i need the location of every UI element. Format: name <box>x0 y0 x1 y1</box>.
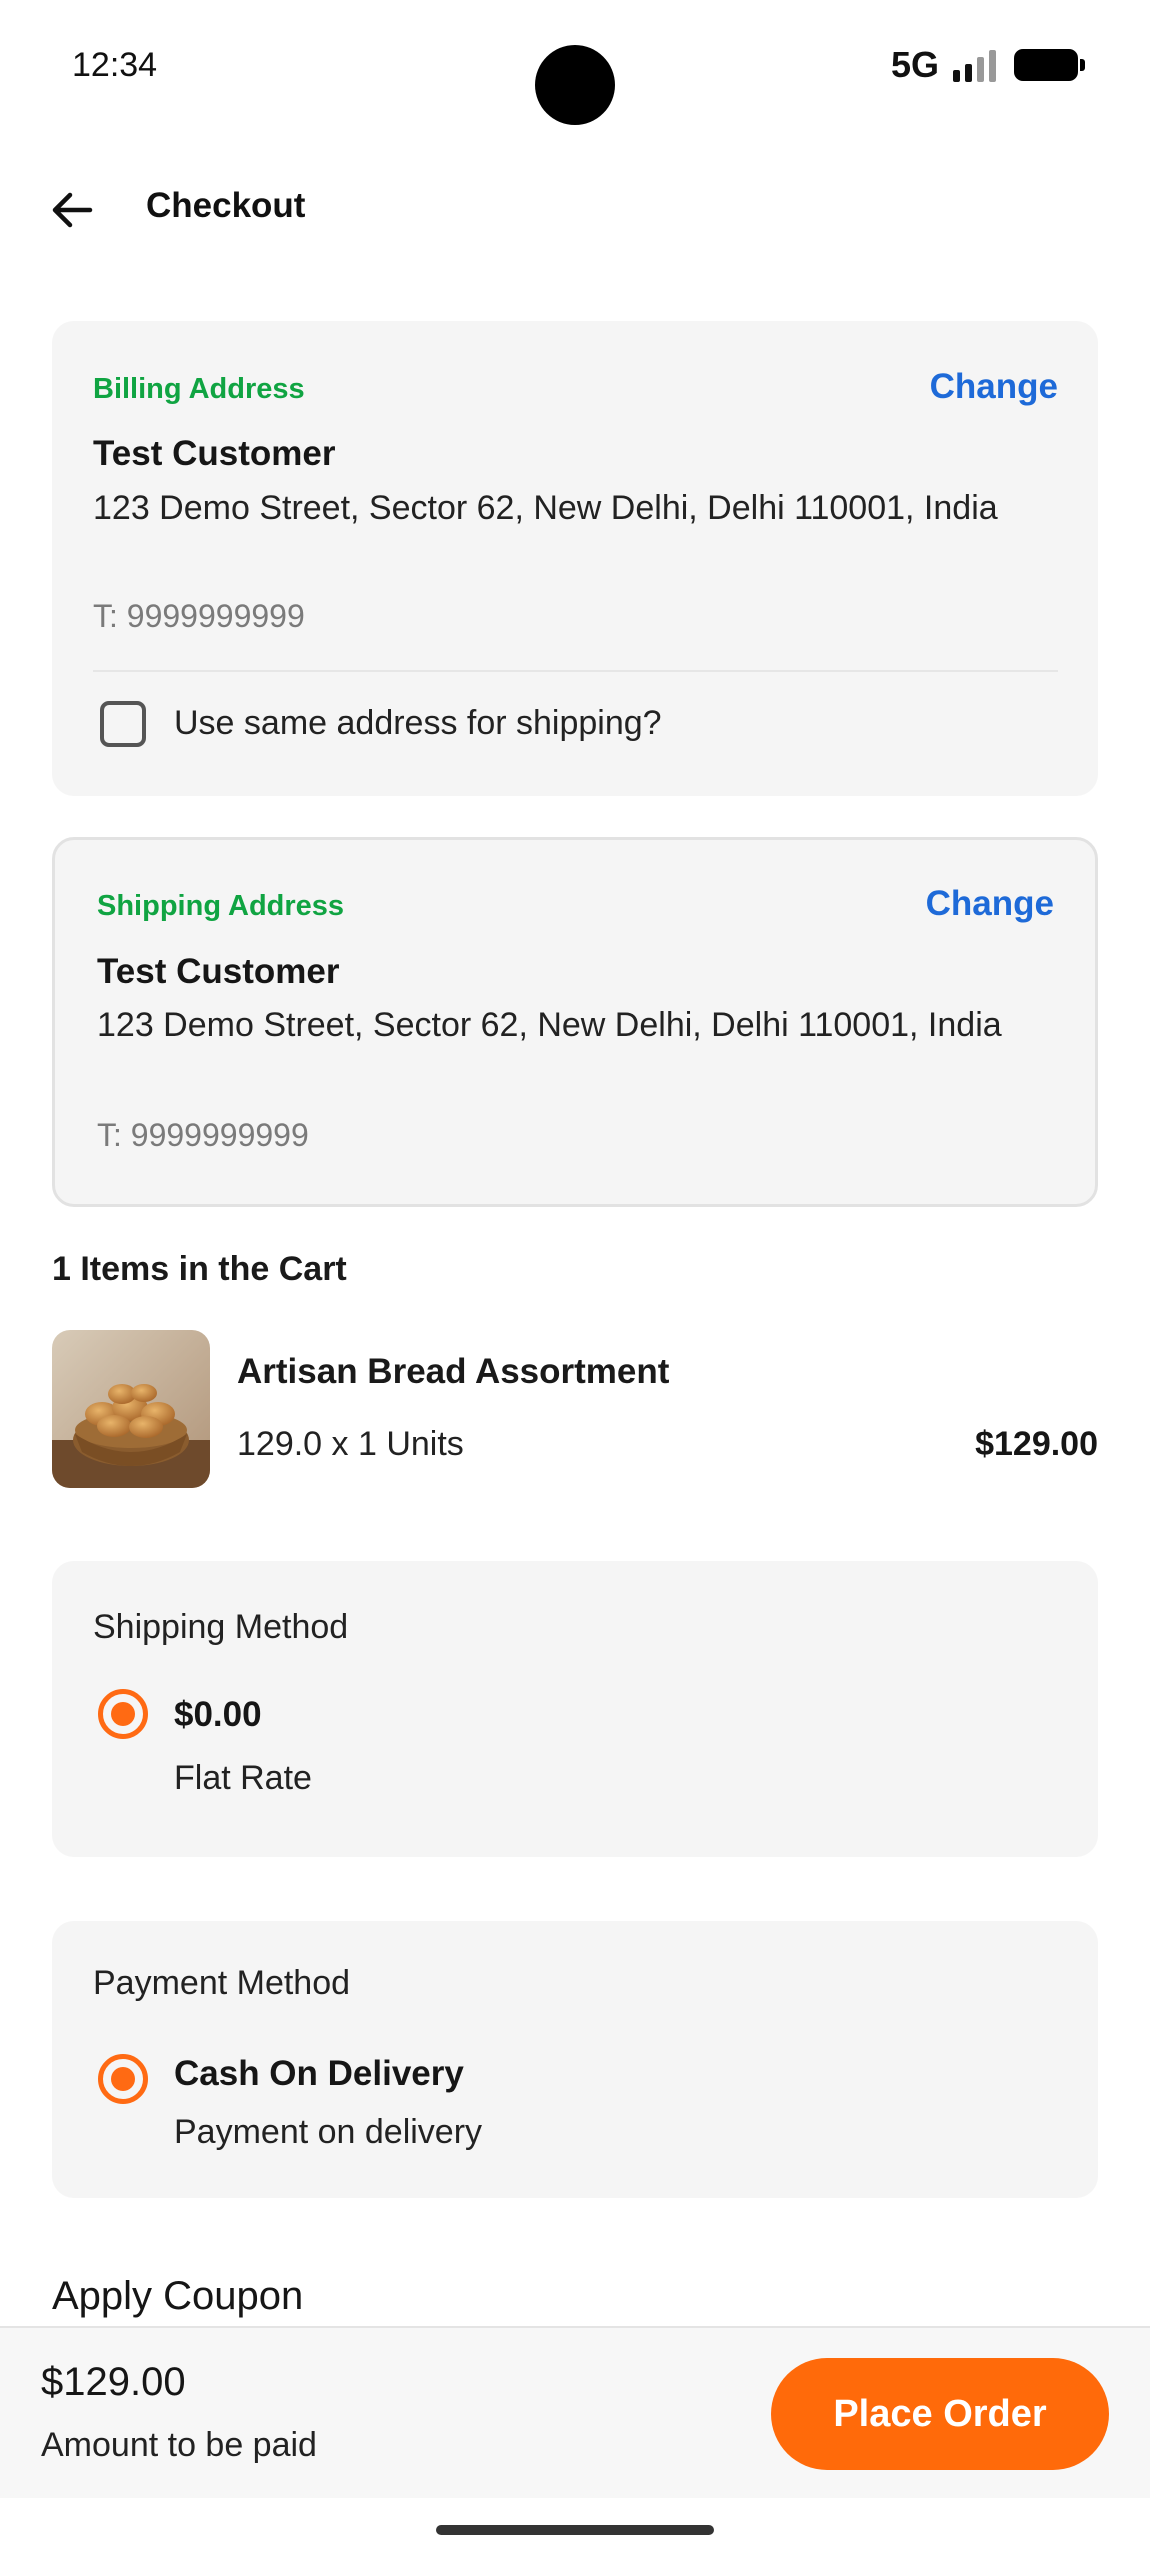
radio-selected-dot <box>111 2067 135 2091</box>
app-bar: Checkout <box>0 160 1150 256</box>
home-indicator[interactable] <box>436 2525 714 2535</box>
shipping-option-name: Flat Rate <box>174 1759 312 1797</box>
place-order-button[interactable]: Place Order <box>771 2358 1109 2470</box>
shipping-address-label: Shipping Address <box>97 890 345 922</box>
battery-icon <box>1014 49 1085 81</box>
shipping-phone: T: 9999999999 <box>97 1117 309 1153</box>
payment-option-name[interactable]: Cash On Delivery <box>174 2054 464 2094</box>
shipping-address-card: Shipping Address Change Test Customer 12… <box>52 837 1098 1207</box>
status-time: 12:34 <box>72 46 158 84</box>
billing-address-label: Billing Address <box>93 373 305 405</box>
signal-icon <box>953 48 996 82</box>
arrow-left-icon <box>52 192 93 228</box>
total-label: Amount to be paid <box>41 2426 317 2464</box>
camera-cutout <box>535 45 615 125</box>
radio-selected-dot <box>111 1702 135 1726</box>
payment-option-description: Payment on delivery <box>174 2113 483 2151</box>
billing-change-button[interactable]: Change <box>930 367 1058 407</box>
same-address-checkbox[interactable] <box>100 701 146 747</box>
flat-rate-radio[interactable] <box>98 1689 148 1739</box>
product-name[interactable]: Artisan Bread Assortment <box>237 1352 669 1392</box>
shipping-method-card: Shipping Method $0.00 Flat Rate <box>52 1561 1098 1857</box>
billing-customer-name: Test Customer <box>93 434 336 473</box>
cart-heading: 1 Items in the Cart <box>52 1250 347 1288</box>
shipping-change-button[interactable]: Change <box>926 884 1054 924</box>
shipping-option-price[interactable]: $0.00 <box>174 1695 262 1735</box>
billing-address-card: Billing Address Change Test Customer 123… <box>52 321 1098 796</box>
order-summary-bar: $129.00 Amount to be paid Place Order <box>0 2326 1150 2498</box>
shipping-method-title: Shipping Method <box>93 1608 349 1646</box>
product-image[interactable] <box>52 1330 210 1488</box>
cash-on-delivery-radio[interactable] <box>98 2054 148 2104</box>
page-title: Checkout <box>146 186 306 225</box>
apply-coupon-heading[interactable]: Apply Coupon <box>52 2274 303 2319</box>
billing-address-text: 123 Demo Street, Sector 62, New Delhi, D… <box>93 489 998 527</box>
same-address-label[interactable]: Use same address for shipping? <box>174 704 662 743</box>
shipping-address-text: 123 Demo Street, Sector 62, New Delhi, D… <box>97 1006 1002 1044</box>
status-icons: 5G <box>890 44 1085 86</box>
shipping-customer-name: Test Customer <box>97 952 340 991</box>
payment-method-card: Payment Method Cash On Delivery Payment … <box>52 1921 1098 2198</box>
divider <box>93 670 1058 672</box>
status-bar: 12:34 5G <box>0 0 1150 135</box>
product-quantity: 129.0 x 1 Units <box>237 1425 464 1463</box>
back-button[interactable] <box>40 178 104 242</box>
payment-method-title: Payment Method <box>93 1964 351 2002</box>
billing-phone: T: 9999999999 <box>93 598 305 634</box>
network-label: 5G <box>890 44 939 85</box>
product-price: $129.00 <box>975 1425 1098 1463</box>
total-amount: $129.00 <box>41 2360 186 2404</box>
bread-basket-image <box>52 1330 210 1488</box>
